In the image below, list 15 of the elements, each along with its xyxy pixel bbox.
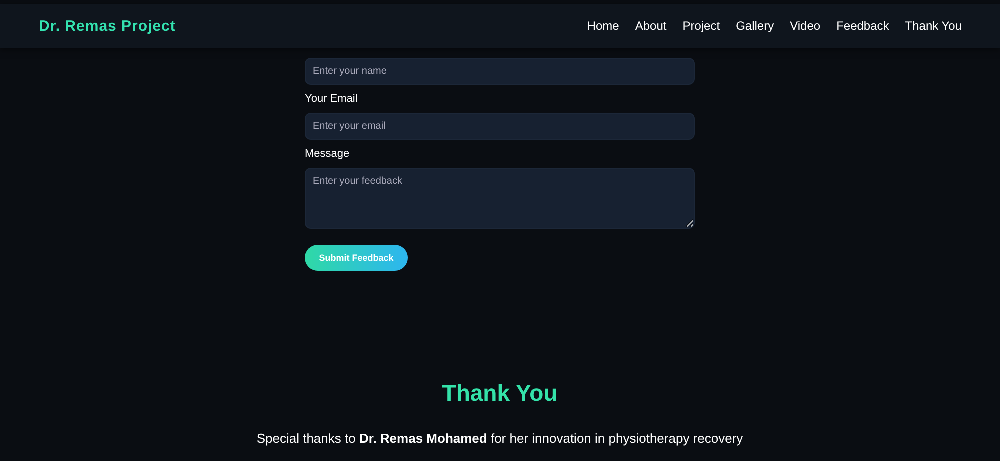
field-label: Your Email <box>305 93 358 105</box>
nav-link[interactable]: About <box>635 19 667 33</box>
nav-link[interactable]: Project <box>682 19 720 33</box>
thanks-text: Special thanks to Dr. Remas Mohamed for her innovation in physiotherapy recovery <box>256 431 744 446</box>
nav-link[interactable]: Gallery <box>736 19 774 33</box>
nav-link[interactable]: Video <box>790 19 821 33</box>
input-field[interactable]: Enter your name <box>305 58 695 85</box>
nav-link[interactable]: Feedback <box>836 19 890 33</box>
input-field[interactable]: Enter your email <box>305 113 695 140</box>
site-title[interactable]: Dr. Remas Project <box>39 18 176 34</box>
section-heading: Thank You <box>441 380 559 407</box>
message-field[interactable]: Enter your feedback <box>305 168 695 229</box>
field-label: Message <box>305 148 350 160</box>
nav-link[interactable]: Thank You <box>905 19 962 33</box>
nav-link[interactable]: Home <box>587 19 620 33</box>
